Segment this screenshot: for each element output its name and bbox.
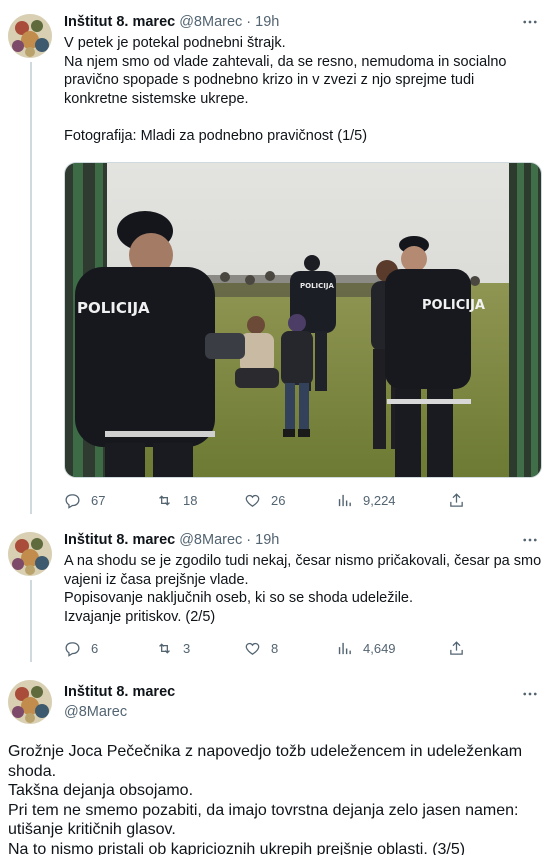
photo-text: POLICIJA bbox=[77, 299, 150, 317]
tweet-line: konkretne sistemske ukrepe. bbox=[64, 90, 249, 107]
author-name[interactable]: Inštitut 8. marec bbox=[64, 14, 175, 30]
share-icon bbox=[450, 492, 463, 507]
like-button[interactable]: 26 bbox=[244, 490, 285, 510]
tweet-line: Na to nismo pristali ob kapricioznih ukr… bbox=[8, 840, 466, 855]
tweet-line: Grožnje Joca Pečečnika z napovedjo tožb … bbox=[8, 743, 523, 760]
author-handle[interactable]: @8Marec bbox=[64, 704, 127, 720]
more-options-button[interactable] bbox=[518, 530, 542, 550]
tweet-line: V petek je potekal podnebni štrajk. bbox=[64, 35, 286, 51]
more-horizontal-icon bbox=[523, 538, 537, 542]
retweet-button[interactable]: 3 bbox=[156, 638, 190, 658]
like-count: 8 bbox=[271, 640, 279, 656]
author-handle[interactable]: @8Marec bbox=[179, 14, 242, 30]
author-handle[interactable]: @8Marec bbox=[179, 532, 242, 548]
reply-count: 6 bbox=[91, 640, 99, 656]
author-name[interactable]: Inštitut 8. marec bbox=[64, 532, 175, 548]
reply-icon bbox=[65, 641, 80, 657]
tweet-photo[interactable]: POLICIJA POLICIJA POLICIJA bbox=[64, 162, 542, 478]
author-name[interactable]: Inštitut 8. marec bbox=[64, 684, 175, 700]
photo-text: POLICIJA bbox=[300, 282, 334, 290]
retweet-count: 3 bbox=[183, 640, 191, 656]
tweet-line: Na njem smo od vlade zahtevali, da se re… bbox=[64, 53, 507, 70]
reply-count: 67 bbox=[91, 492, 106, 508]
views-icon bbox=[338, 642, 351, 654]
tweet-line: Izvajanje pritiskov. (2/5) bbox=[64, 608, 216, 625]
tweet-line: utišanje kritičnih glasov. bbox=[8, 821, 176, 838]
separator-dot: · bbox=[246, 14, 252, 30]
tweet-line: Popisovanje naključnih oseb, ki so se sh… bbox=[64, 590, 414, 606]
retweet-icon bbox=[159, 642, 170, 654]
more-options-button[interactable] bbox=[518, 12, 542, 32]
avatar[interactable] bbox=[8, 14, 52, 58]
tweet-1[interactable]: Inštitut 8. marec @8Marec · 19h V petek … bbox=[0, 0, 558, 520]
thread-line bbox=[30, 62, 32, 514]
tweet-line: Pri tem ne smemo pozabiti, da imajo tovr… bbox=[8, 801, 519, 819]
like-button[interactable]: 8 bbox=[244, 638, 278, 658]
tweet-header: Inštitut 8. marec @8Marec · 19h bbox=[64, 530, 279, 550]
tweet-time[interactable]: 19h bbox=[255, 14, 279, 30]
tweet-line: Takšna dejanja obsojamo. bbox=[8, 782, 194, 799]
views-button[interactable]: 9,224 bbox=[336, 490, 396, 510]
photo-text: POLICIJA bbox=[422, 298, 485, 313]
share-button[interactable] bbox=[448, 638, 465, 658]
more-horizontal-icon bbox=[523, 692, 537, 696]
separator-dot: · bbox=[246, 532, 252, 548]
more-horizontal-icon bbox=[523, 20, 537, 24]
share-icon bbox=[450, 640, 463, 655]
reply-icon bbox=[65, 493, 80, 509]
tweet-2[interactable]: Inštitut 8. marec @8Marec · 19h A na sho… bbox=[0, 520, 558, 670]
views-button[interactable]: 4,649 bbox=[336, 638, 396, 658]
tweet-line: shoda. bbox=[8, 762, 57, 780]
heart-icon bbox=[245, 642, 260, 655]
reply-button[interactable]: 6 bbox=[64, 638, 98, 658]
tweet-text: V petek je potekal podnebni štrajk. Na n… bbox=[64, 34, 546, 145]
retweet-count: 18 bbox=[183, 492, 198, 508]
tweet-line: A na shodu se je zgodilo tudi nekaj, čes… bbox=[64, 553, 542, 569]
tweet-line: vajeni iz časa prejšnje vlade. bbox=[64, 571, 249, 588]
tweet-text: Grožnje Joca Pečečnika z napovedjo tožb … bbox=[8, 742, 553, 855]
view-count: 9,224 bbox=[363, 492, 396, 508]
share-button[interactable] bbox=[448, 490, 465, 510]
more-options-button[interactable] bbox=[518, 684, 542, 704]
retweet-icon bbox=[159, 494, 170, 506]
reply-button[interactable]: 67 bbox=[64, 490, 105, 510]
photo-caption: Fotografija: Mladi za podnebno pravičnos… bbox=[64, 127, 368, 144]
protest-photo: POLICIJA POLICIJA POLICIJA bbox=[65, 163, 541, 477]
retweet-button[interactable]: 18 bbox=[156, 490, 197, 510]
view-count: 4,649 bbox=[363, 640, 396, 656]
tweet-time[interactable]: 19h bbox=[255, 532, 279, 548]
like-count: 26 bbox=[271, 492, 286, 508]
tweet-header: Inštitut 8. marec @8Marec · 19h bbox=[64, 12, 279, 32]
thread-line bbox=[30, 580, 32, 662]
views-icon bbox=[338, 494, 351, 506]
tweet-actions: 67 18 26 9,224 bbox=[64, 490, 484, 510]
avatar[interactable] bbox=[8, 532, 52, 576]
tweet-line: pravično spopade s podnebno krizo in v z… bbox=[64, 72, 475, 88]
tweet-text: A na shodu se je zgodilo tudi nekaj, čes… bbox=[64, 552, 546, 626]
heart-icon bbox=[245, 494, 260, 507]
tweet-actions: 6 3 8 4,649 bbox=[64, 638, 484, 658]
avatar[interactable] bbox=[8, 680, 52, 724]
